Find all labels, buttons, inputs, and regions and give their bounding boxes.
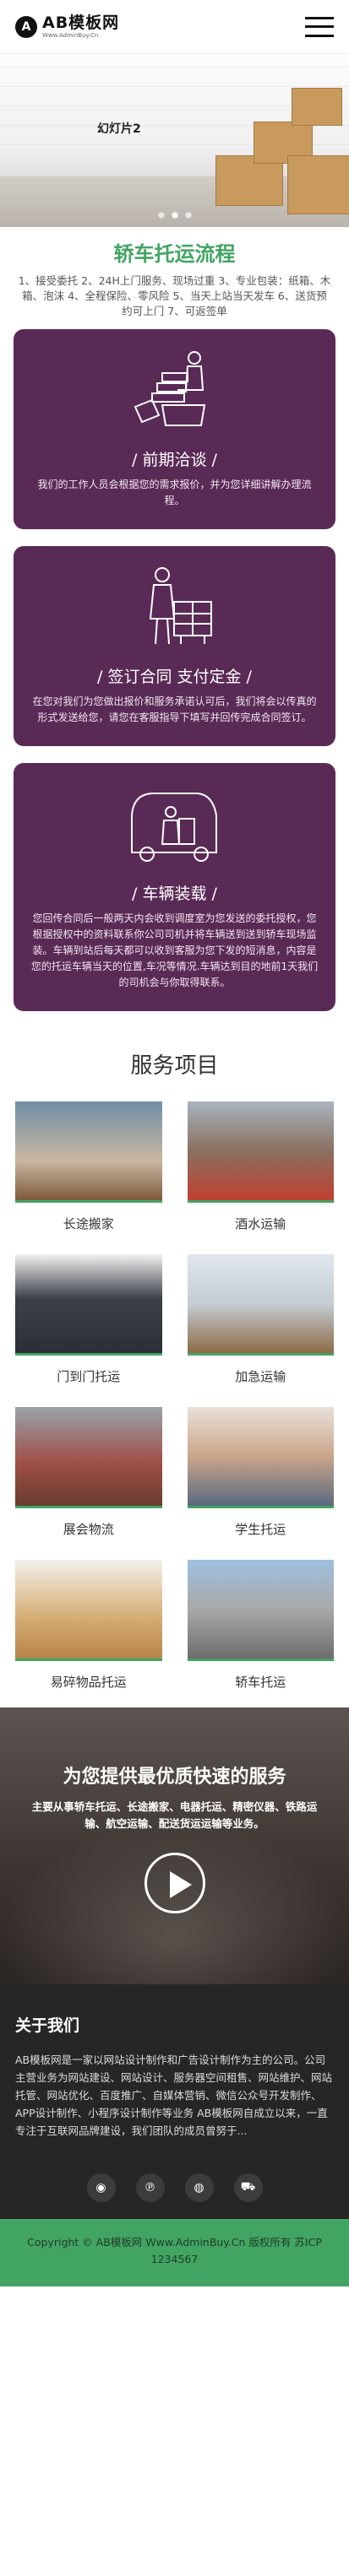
- logo-mark: A: [15, 15, 37, 38]
- service-item[interactable]: 轿车托运: [187, 1560, 335, 1691]
- service-image[interactable]: [187, 1560, 334, 1661]
- service-label[interactable]: 学生托运: [188, 1520, 335, 1538]
- services-grid: 长途搬家 酒水运输 门到门托运 加急运输 展会物流 学生托运 易碎物品托运 轿车…: [0, 1101, 349, 1691]
- service-image[interactable]: [187, 1407, 334, 1508]
- logo-text: AB模板网 Www.AdminBuy.Cn: [42, 13, 120, 39]
- promo-section: 为您提供最优质快速的服务 主要从事轿车托运、长途搬家、电器托运、精密仪器、铁路运…: [0, 1707, 349, 1984]
- banner-title: 幻灯片2: [97, 122, 141, 136]
- logo-subtitle: Www.AdminBuy.Cn: [42, 31, 99, 39]
- service-label[interactable]: 门到门托运: [15, 1367, 162, 1385]
- step-title: / 车辆装载 /: [132, 885, 217, 903]
- site-logo[interactable]: A AB模板网 Www.AdminBuy.Cn: [15, 13, 120, 39]
- promo-title: 为您提供最优质快速的服务: [63, 1767, 286, 1788]
- service-item[interactable]: 易碎物品托运: [15, 1560, 162, 1691]
- step-card: / 签订合同 支付定金 / 在您对我们为您做出报价和服务承诺认可后，我们将会以传…: [14, 546, 335, 746]
- step-text: 在您对我们为您做出报价和服务承诺认可后，我们将会以传真的形式发送给您，请您在客服…: [32, 695, 317, 723]
- play-icon[interactable]: [144, 1853, 205, 1913]
- service-item[interactable]: 加急运输: [187, 1254, 335, 1385]
- loading-icon: [130, 793, 217, 862]
- service-image[interactable]: [15, 1101, 162, 1203]
- banner-box: [287, 155, 349, 214]
- about-text: AB模板网是一家以网站设计制作和广告设计制作为主的公司。公司主营业务为网站建设、…: [15, 2054, 333, 2137]
- promo-text: 主要从事轿车托运、长途搬家、电器托运、精密仪器、铁路运输、航空运输、配送货运运输…: [31, 1800, 318, 1830]
- carousel-dot[interactable]: [184, 212, 192, 219]
- social-links: ◉ ℗ ◍ ⛟: [15, 2173, 334, 2202]
- service-label[interactable]: 易碎物品托运: [15, 1673, 162, 1691]
- carousel-dots: [157, 212, 192, 219]
- process-intro: 1、接受委托 2、24H上门服务、现场过重 3、专业包装：纸箱、木箱、泡沫 4、…: [18, 274, 331, 317]
- site-footer: Copyright © AB模板网 Www.AdminBuy.Cn 版权所有 苏…: [0, 2219, 349, 2286]
- carousel-dot[interactable]: [157, 212, 165, 219]
- process-title: 轿车托运流程: [113, 242, 236, 266]
- step-text: 我们的工作人员会根据您的需求报价，并为您详细讲解办理流程。: [37, 479, 312, 506]
- weibo-icon[interactable]: ◉: [86, 2173, 116, 2202]
- service-item[interactable]: 门到门托运: [15, 1254, 162, 1385]
- service-image[interactable]: [187, 1254, 334, 1356]
- negotiation-icon: [134, 351, 205, 426]
- hero-banner[interactable]: 幻灯片2: [0, 54, 349, 227]
- step-text: 您回传合同后一般两天内会收到调度室为您发送的委托授权，您根据授权中的资料联系你公…: [30, 912, 319, 988]
- cart-icon[interactable]: ⛟: [233, 2173, 263, 2202]
- qq-icon[interactable]: ◍: [184, 2173, 214, 2202]
- services-title: 服务项目: [130, 1053, 219, 1079]
- carousel-dot-active[interactable]: [171, 212, 178, 219]
- about-section: 关于我们 AB模板网是一家以网站设计制作和广告设计制作为主的公司。公司主营业务为…: [0, 1984, 349, 2219]
- services-section: 服务项目 长途搬家 酒水运输 门到门托运 加急运输 展会物流 学生托运 易碎物品…: [0, 1028, 349, 1707]
- step-title: / 签订合同 支付定金 /: [97, 668, 252, 686]
- service-item[interactable]: 酒水运输: [187, 1101, 335, 1232]
- step-card: / 车辆装载 / 您回传合同后一般两天内会收到调度室为您发送的委托授权，您根据授…: [14, 763, 335, 1011]
- service-item[interactable]: 学生托运: [187, 1407, 335, 1538]
- service-image[interactable]: [15, 1560, 162, 1661]
- site-header: A AB模板网 Www.AdminBuy.Cn: [0, 0, 349, 54]
- about-title: 关于我们: [15, 2016, 80, 2035]
- service-item[interactable]: 长途搬家: [15, 1101, 162, 1232]
- service-label[interactable]: 酒水运输: [188, 1215, 335, 1232]
- service-label[interactable]: 展会物流: [15, 1520, 162, 1538]
- service-label[interactable]: 加急运输: [188, 1367, 335, 1385]
- banner-box: [292, 88, 342, 126]
- service-image[interactable]: [15, 1254, 162, 1356]
- service-image[interactable]: [187, 1101, 334, 1203]
- step-title: / 前期洽谈 /: [132, 451, 217, 469]
- service-label[interactable]: 轿车托运: [188, 1673, 335, 1691]
- pinterest-icon[interactable]: ℗: [135, 2173, 165, 2202]
- service-image[interactable]: [15, 1407, 162, 1508]
- service-label[interactable]: 长途搬家: [15, 1215, 162, 1232]
- service-item[interactable]: 展会物流: [15, 1407, 162, 1538]
- step-card: / 前期洽谈 / 我们的工作人员会根据您的需求报价，并为您详细讲解办理流程。: [14, 329, 335, 529]
- logo-title: AB模板网: [42, 13, 120, 32]
- hamburger-menu-icon[interactable]: [305, 16, 334, 37]
- contract-icon: [149, 567, 212, 645]
